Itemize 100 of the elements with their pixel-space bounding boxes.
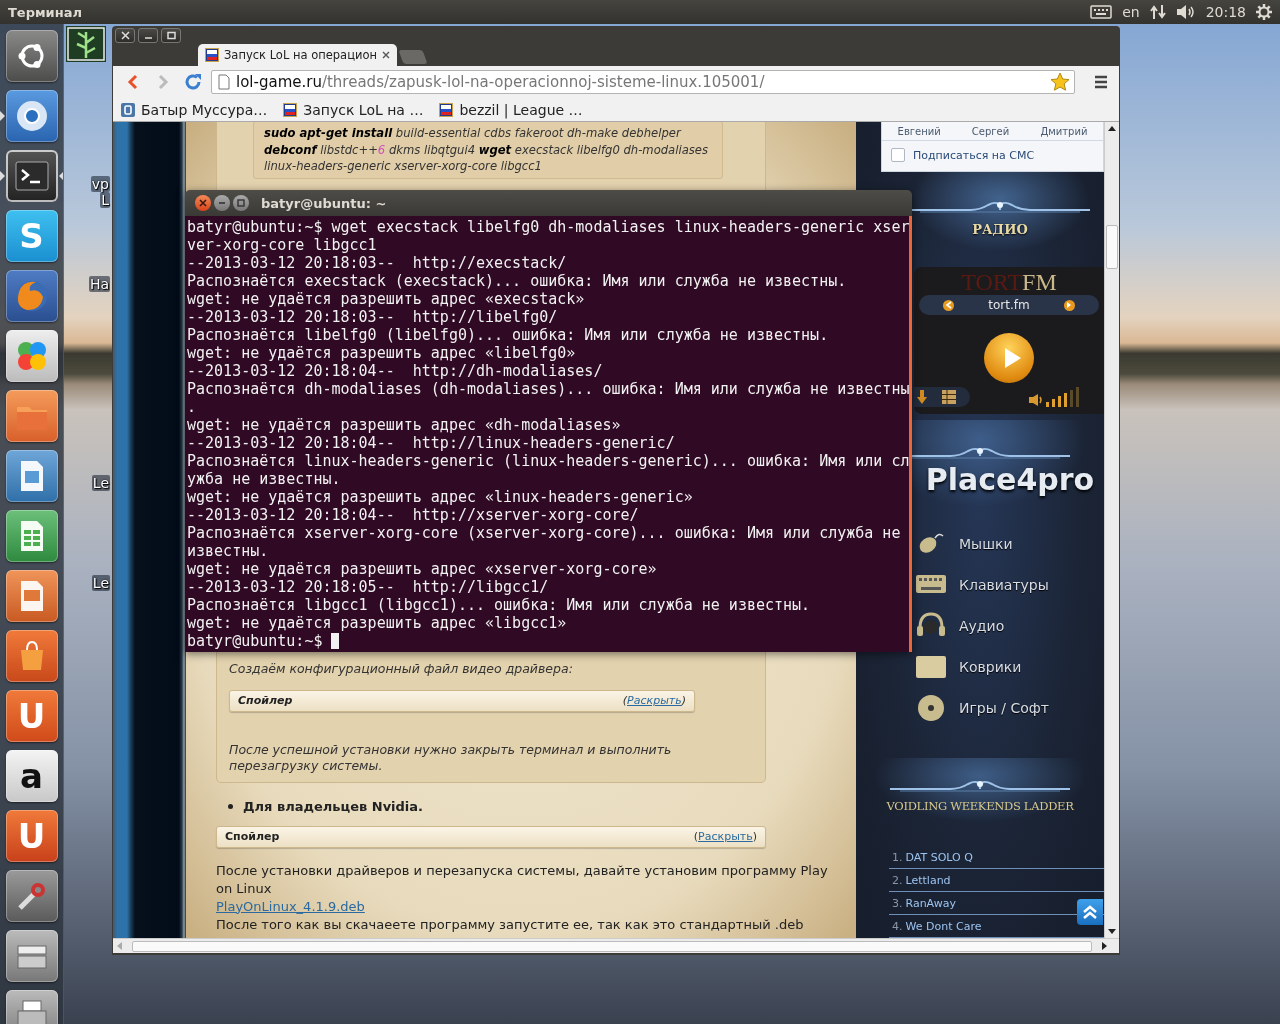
launcher-button[interactable] (5, 570, 58, 622)
spoiler-bar[interactable]: Спойлер (Раскрыть) (229, 689, 695, 712)
checkbox[interactable] (891, 148, 905, 162)
reload-icon (184, 73, 202, 91)
terminal-line: ver-xorg-core libgcc1 (187, 236, 378, 254)
launcher-button[interactable] (5, 390, 58, 442)
menu-link[interactable]: Игры / Софт (959, 699, 1049, 716)
contact-name[interactable]: Сергей (971, 125, 1010, 137)
page-icon (218, 74, 230, 90)
horizontal-scrollbar[interactable] (113, 938, 1119, 953)
minimize-icon (218, 199, 226, 207)
volume-icon[interactable] (1175, 4, 1196, 20)
close-icon (120, 31, 130, 40)
maximize-button[interactable] (161, 28, 181, 43)
launcher-button[interactable] (5, 30, 58, 82)
download-icon[interactable] (916, 389, 928, 406)
desktop-icon-label[interactable]: Le (91, 475, 110, 491)
scroll-up-arrow-icon[interactable] (1108, 126, 1116, 131)
maximize-button[interactable] (233, 195, 249, 211)
terminal-line: Распознаётся libelfg0 (libelfg0)... ошибка: Имя или служба не известны. (187, 326, 830, 344)
list-icon[interactable] (942, 390, 956, 405)
volume-icon[interactable] (1028, 393, 1044, 408)
next-button[interactable] (1064, 299, 1075, 311)
terminal-line: ужба не известны. (187, 470, 342, 488)
instruction-text: Создаём конфигурационный файл видео драйвера: (229, 660, 574, 677)
terminal-line: wget: не удаётся разрешить адрес «dh-modaliases» (187, 416, 622, 434)
team-name[interactable]: We Dont Care (905, 919, 982, 933)
terminal-line: Распознаётся linux-headers-generic (linux-headers-generic)... ошибка: Имя или сл (187, 452, 909, 470)
desktop-icon-label[interactable]: L (100, 192, 110, 208)
launcher-button[interactable] (5, 930, 58, 982)
launcher-button[interactable] (5, 330, 58, 382)
bookmark-item[interactable]: Батыр Муссура… (119, 101, 270, 118)
rank-number: 1. (892, 850, 903, 864)
contact-name[interactable]: Евгений (897, 125, 941, 137)
vertical-scrollbar[interactable] (1104, 122, 1119, 938)
volume-meter[interactable] (1046, 387, 1082, 408)
launcher-button[interactable] (5, 870, 58, 922)
plant-icon[interactable] (66, 26, 106, 62)
keyboard-icon[interactable] (1090, 5, 1113, 19)
scroll-thumb[interactable] (132, 940, 1092, 952)
bookmark-item[interactable]: Запуск LoL на … (281, 101, 426, 118)
contact-name[interactable]: Дмитрий (1040, 125, 1088, 137)
rank-number: 2. (892, 873, 903, 887)
address-field[interactable]: lol-game.ru/threads/zapusk-lol-na-operacionnoj-sisteme-linux.105001/ (211, 70, 1075, 94)
menu-link[interactable]: Аудио (959, 617, 1005, 634)
terminal-line: . (187, 398, 198, 416)
bookmark-item[interactable]: bezzil | League … (437, 101, 585, 118)
expand-link[interactable]: (Раскрыть) (622, 694, 686, 707)
minimize-button[interactable] (214, 195, 230, 211)
launcher-button[interactable]: a (5, 750, 58, 802)
rank-number: 4. (892, 919, 903, 933)
team-name[interactable]: RanAway (905, 896, 956, 910)
desktop-icon-label[interactable]: Ha (88, 276, 110, 292)
double-chevron-up-icon (1082, 904, 1098, 920)
bullet-icon (228, 803, 233, 809)
launcher-button[interactable] (5, 450, 58, 502)
close-icon (199, 199, 207, 207)
command-text: sudo apt-get install build-essential cdbs fakeroot dh-make debhelper debconf libstdc++6 dkms libqtgui4 wget execstack libelfg0 dh-modaliases linux-headers-generic xserver-xorg-core libgcc1 (264, 125, 709, 175)
menu-link[interactable]: Коврики (959, 658, 1022, 675)
launcher-button[interactable] (5, 630, 58, 682)
launcher-button[interactable] (5, 510, 58, 562)
close-button[interactable] (115, 28, 135, 43)
play-button[interactable] (984, 333, 1034, 384)
maximize-icon (237, 199, 245, 207)
menu-link[interactable]: Клавиатуры (959, 576, 1049, 593)
launcher-button[interactable] (5, 150, 58, 202)
expand-link[interactable]: (Раскрыть) (693, 830, 757, 843)
checkbox-label[interactable]: Подписаться на СМС (913, 148, 1035, 162)
browser-tab[interactable]: Запуск LoL на операцион (198, 44, 398, 66)
scroll-thumb[interactable] (1106, 225, 1118, 269)
team-name[interactable]: Lettland (905, 873, 951, 887)
terminal-line: --2013-03-12 20:18:04-- http://dh-modaliases/ (187, 362, 604, 380)
instruction-text: После успешной установки нужно закрыть терминал и выполнить перезагрузку системы. (229, 741, 673, 774)
settings-icon[interactable] (1256, 4, 1272, 20)
launcher-button[interactable]: U (5, 810, 58, 862)
desktop-icon-label[interactable]: Le (91, 575, 110, 591)
scroll-right-arrow-icon[interactable] (1102, 942, 1107, 950)
terminal-line: Распознаётся libgcc1 (libgcc1)... ошибка: Имя или служба не известны. (187, 596, 812, 614)
team-name[interactable]: DAT SOLO Q (905, 850, 973, 864)
terminal-line: batyr@ubuntu:~$ wget execstack libelfg0 dh-modaliases linux-headers-generic xser (187, 218, 909, 236)
clock[interactable]: 20:18 (1205, 4, 1246, 20)
terminal-line: --2013-03-12 20:18:04-- http://linux-headers-generic/ (187, 434, 676, 452)
square-logo-icon (121, 102, 135, 117)
previous-button[interactable] (943, 299, 954, 311)
scroll-to-top-button[interactable] (1077, 899, 1103, 925)
flag-icon (283, 102, 298, 117)
terminal-line: Распознаётся xserver-xorg-core (xserver-xorg-core)... ошибка: Имя или служба не (187, 524, 902, 542)
launcher-button[interactable] (5, 90, 58, 142)
minimize-button[interactable] (138, 28, 158, 43)
desktop-icon-label[interactable]: vp (90, 176, 110, 192)
launcher-button[interactable]: U (5, 690, 58, 742)
close-button[interactable] (195, 195, 211, 211)
spoiler-bar[interactable]: Спойлер (Раскрыть) (216, 825, 766, 848)
download-link[interactable]: PlayOnLinux_4.1.9.deb (216, 897, 365, 916)
menu-link[interactable]: Мышки (959, 535, 1013, 552)
window-title: batyr@ubuntu: ~ (261, 195, 387, 211)
network-icon[interactable] (1149, 4, 1166, 20)
keyboard-layout[interactable]: en (1122, 4, 1140, 20)
star-icon[interactable] (1050, 72, 1070, 92)
close-icon[interactable] (382, 51, 391, 59)
